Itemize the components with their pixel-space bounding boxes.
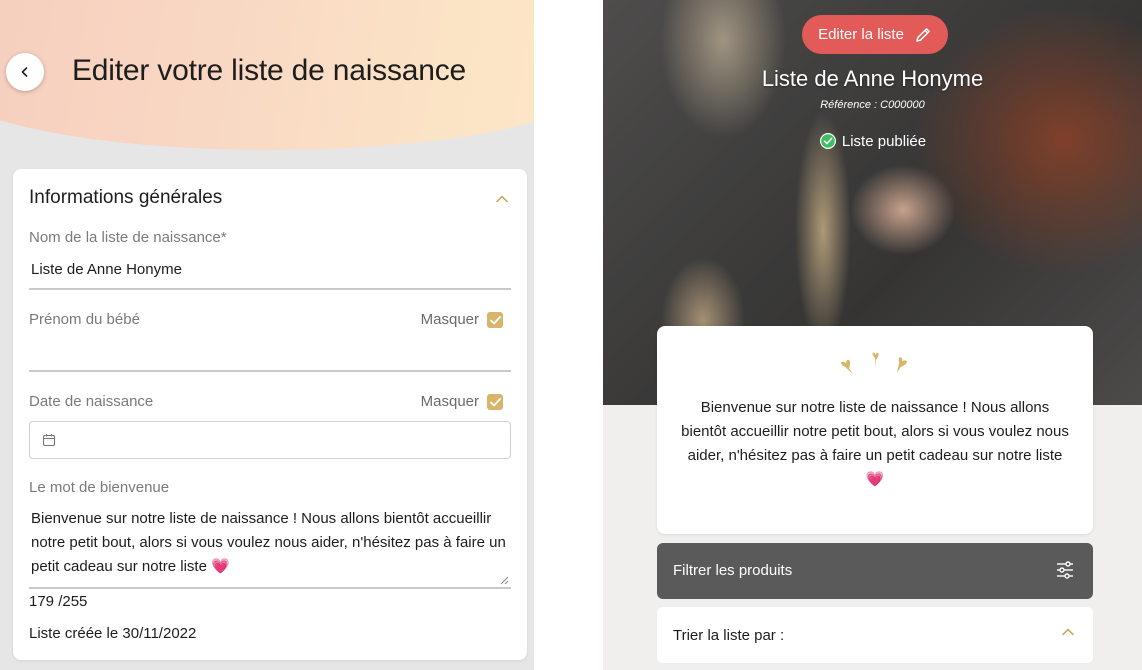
collapse-section-button[interactable]: [495, 191, 509, 209]
status-label: Liste publiée: [841, 132, 927, 150]
preview-list-name: Liste de Anne Honyme: [761, 66, 984, 91]
edit-list-button[interactable]: Editer la liste: [802, 15, 948, 54]
reference-number: Référence : C000000: [820, 99, 925, 111]
birth-date-field[interactable]: [29, 421, 511, 459]
baby-name-field[interactable]: [31, 343, 501, 365]
checkbox-checked-icon: [489, 397, 501, 406]
baby-name-mask-checkbox[interactable]: [487, 312, 503, 328]
birth-date-mask-checkbox[interactable]: [487, 394, 503, 410]
filter-label: Filtrer les produits: [673, 562, 793, 579]
welcome-textarea-value: Bienvenue sur notre liste de naissance !…: [31, 510, 506, 575]
pencil-icon: [916, 27, 930, 42]
creation-date: Liste créée le 30/11/2022: [29, 625, 197, 642]
hearts-icon: [657, 352, 1093, 382]
welcome-label: Le mot de bienvenue: [29, 479, 170, 496]
list-name-underline: [29, 288, 511, 290]
baby-name-label: Prénom du bébé: [29, 311, 140, 328]
char-counter: 179 /255: [29, 593, 88, 610]
chevron-up-icon: [1062, 628, 1074, 636]
status-badge: Liste publiée: [603, 132, 1142, 150]
edit-list-label: Editer la liste: [818, 26, 904, 43]
preview-pane: Editer la liste Liste de Anne Honyme Réf…: [603, 0, 1142, 670]
welcome-textarea[interactable]: Bienvenue sur notre liste de naissance !…: [29, 505, 511, 587]
calendar-icon[interactable]: [42, 433, 56, 447]
list-name-label: Nom de la liste de naissance*: [29, 229, 227, 246]
birth-date-mask-label: Masquer: [420, 393, 479, 410]
section-title: Informations générales: [29, 187, 223, 208]
welcome-card: Bienvenue sur notre liste de naissance !…: [657, 326, 1093, 534]
sort-list-dropdown[interactable]: Trier la liste par :: [657, 607, 1093, 663]
baby-name-underline: [29, 370, 511, 372]
chevron-up-icon: [496, 195, 508, 203]
editor-pane: Editer votre liste de naissance Informat…: [0, 0, 534, 670]
list-name-field[interactable]: Liste de Anne Honyme: [31, 261, 182, 278]
check-circle-icon: [819, 133, 836, 149]
baby-name-mask-label: Masquer: [420, 311, 479, 328]
welcome-message: Bienvenue sur notre liste de naissance !…: [681, 399, 1069, 488]
sort-label: Trier la liste par :: [673, 627, 785, 644]
welcome-underline: [29, 587, 511, 589]
sliders-icon: [1057, 561, 1073, 579]
birth-date-label: Date de naissance: [29, 393, 154, 410]
back-button[interactable]: [6, 53, 44, 91]
checkbox-checked-icon: [489, 315, 501, 324]
general-info-card: Informations générales Nom de la liste d…: [13, 169, 527, 660]
page-title: Editer votre liste de naissance: [72, 54, 467, 87]
resize-handle-icon[interactable]: [500, 576, 509, 585]
filter-products-button[interactable]: Filtrer les produits: [657, 543, 1093, 599]
chevron-left-icon: [21, 67, 28, 77]
